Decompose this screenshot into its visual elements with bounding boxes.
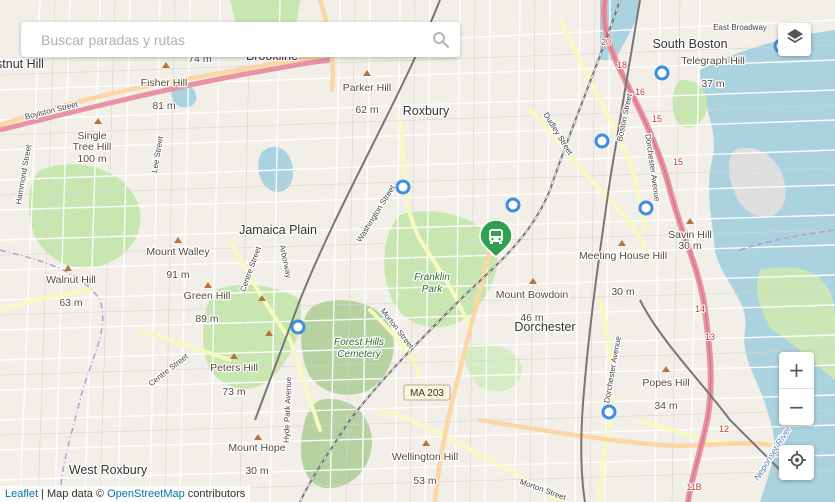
label-mount-walley: Mount Walley: [146, 246, 210, 258]
bus-stop-6[interactable]: [290, 319, 306, 335]
label-dorchester-avenue-2: Dorchester Avenue: [602, 335, 623, 404]
label-fisher-hill: Fisher Hill: [141, 77, 188, 89]
label-wellington-hill-elev: 53 m: [413, 475, 437, 487]
label-roxbury: Roxbury: [403, 104, 450, 118]
label-mount-hope-elev: 30 m: [245, 465, 269, 477]
label-west-roxbury: West Roxbury: [69, 463, 148, 477]
label-fisher-hill-elev: 81 m: [152, 100, 176, 112]
route-20: 20: [601, 37, 611, 47]
label-mount-bowdoin-elev: 46 m: [520, 312, 544, 324]
locate-button[interactable]: [779, 445, 814, 480]
label-ma-203: MA 203: [410, 388, 444, 399]
label-meeting-house-hill-elev: 30 m: [611, 286, 635, 298]
label-telegraph-hill: Telegraph Hill: [681, 55, 745, 67]
route-18: 18: [617, 60, 627, 70]
route-11b: 11B: [686, 482, 701, 492]
label-popes-hill-elev: 34 m: [654, 400, 678, 412]
label-parker-hill-elev: 62 m: [355, 104, 379, 116]
zoom-in-button[interactable]: +: [779, 352, 814, 389]
label-mount-walley-elev: 91 m: [166, 269, 190, 281]
map-tiles: South Boston Roxbury Jamaica Plain Dorch…: [0, 0, 835, 502]
label-walnut-hill-elev: 63 m: [59, 297, 83, 309]
bus-stop-2[interactable]: [594, 133, 610, 149]
attribution: Leaflet | Map data © OpenStreetMap contr…: [0, 486, 251, 502]
label-mount-bowdoin: Mount Bowdoin: [496, 289, 569, 301]
bus-stop-7[interactable]: [601, 404, 617, 420]
zoom-control: + −: [779, 352, 814, 425]
label-single-tree-hill-elev: 100 m: [77, 153, 106, 165]
label-meeting-house-hill: Meeting House Hill: [579, 250, 667, 262]
label-franklin-park-1: Franklin: [414, 272, 450, 283]
label-forest-hills-2: Cemetery: [337, 349, 381, 360]
label-peters-hill: Peters Hill: [210, 362, 258, 374]
search-box: [21, 22, 460, 57]
label-walnut-hill: Walnut Hill: [46, 274, 96, 286]
shield-ma-203: MA 203: [403, 384, 451, 401]
label-south-boston: South Boston: [652, 37, 727, 51]
bus-stop-3[interactable]: [395, 179, 411, 195]
label-parker-hill: Parker Hill: [343, 82, 391, 94]
osm-link[interactable]: OpenStreetMap: [107, 488, 185, 500]
label-lee-street: Lee Street: [150, 135, 165, 174]
label-mount-hope: Mount Hope: [228, 442, 285, 454]
route-13: 13: [705, 332, 715, 342]
locate-icon: [787, 450, 807, 475]
label-boston-street: Boston Street: [615, 92, 634, 142]
bus-stop-5[interactable]: [638, 200, 654, 216]
zoom-out-button[interactable]: −: [779, 389, 814, 425]
route-12: 12: [719, 424, 729, 434]
park-middle: [465, 343, 522, 391]
park-southeast: [300, 399, 372, 489]
label-forest-hills-1: Forest Hills: [334, 337, 384, 348]
route-15a: 15: [652, 114, 662, 124]
label-savin-hill-elev: 30 m: [678, 240, 702, 252]
search-input[interactable]: [21, 22, 436, 57]
search-icon[interactable]: [432, 31, 450, 49]
label-jamaica-plain: Jamaica Plain: [239, 223, 317, 237]
label-single-tree-hill-2: Tree Hill: [73, 141, 112, 153]
label-east-broadway: East Broadway: [713, 23, 767, 32]
layers-button[interactable]: [778, 23, 811, 56]
bus-icon: [489, 229, 503, 244]
route-15b: 15: [673, 157, 683, 167]
label-telegraph-hill-elev: 37 m: [701, 78, 725, 90]
label-morton-street-2: Morton Street: [519, 477, 568, 502]
attribution-separator: | Map data ©: [38, 488, 108, 500]
leaflet-link[interactable]: Leaflet: [5, 488, 38, 500]
map-canvas[interactable]: South Boston Roxbury Jamaica Plain Dorch…: [0, 0, 835, 502]
label-popes-hill: Popes Hill: [642, 377, 689, 389]
label-hyde-park-avenue: Hyde Park Avenue: [282, 376, 293, 443]
attribution-suffix: contributors: [184, 488, 246, 500]
bus-stop-1[interactable]: [654, 65, 670, 81]
route-14: 14: [695, 304, 705, 314]
route-16: 16: [635, 87, 645, 97]
label-wellington-hill: Wellington Hill: [392, 451, 458, 463]
label-peters-hill-elev: 73 m: [222, 386, 246, 398]
label-green-hill: Green Hill: [184, 290, 231, 302]
bus-stop-4[interactable]: [505, 197, 521, 213]
layers-icon: [785, 27, 805, 52]
label-chestnut-hill: stnut Hill: [0, 57, 44, 71]
label-franklin-park-2: Park: [422, 284, 444, 295]
label-green-hill-elev: 89 m: [195, 313, 219, 325]
